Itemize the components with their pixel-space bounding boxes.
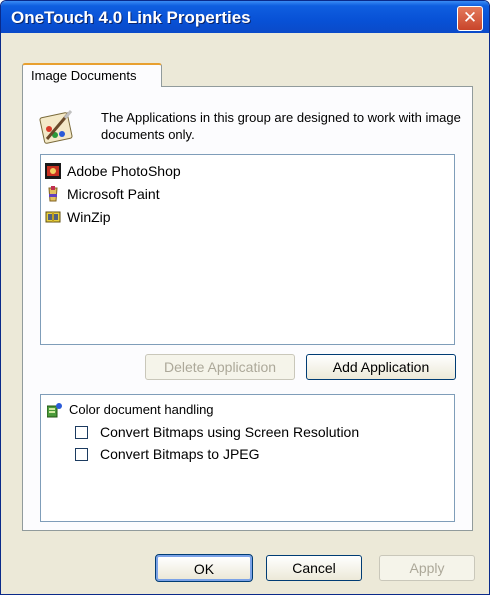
properties-dialog: OneTouch 4.0 Link Properties ✕ Image Doc… [0,0,490,595]
paint-icon [48,186,58,202]
color-document-icon [47,403,62,418]
options-list[interactable]: Color document handling Convert Bitmaps … [40,394,455,522]
ok-button[interactable]: OK [155,554,253,582]
close-button[interactable]: ✕ [457,6,483,31]
tab-image-documents[interactable]: Image Documents [22,63,162,87]
option-label: Convert Bitmaps using Screen Resolution [100,424,360,440]
options-header-label: Color document handling [69,402,214,417]
paint-brush-icon [39,110,73,144]
tab-panel: The Applications in this group are desig… [22,86,473,531]
checkbox[interactable] [75,448,88,461]
delete-application-button[interactable]: Delete Application [145,354,295,380]
application-label: Microsoft Paint [67,186,160,202]
application-label: WinZip [67,209,111,225]
checkbox[interactable] [75,426,88,439]
application-list[interactable]: Adobe PhotoShop Microsoft Paint WinZip [40,154,455,345]
title-bar[interactable]: OneTouch 4.0 Link Properties ✕ [1,1,489,33]
photoshop-icon [45,163,61,179]
apply-button[interactable]: Apply [379,555,475,581]
window-title: OneTouch 4.0 Link Properties [11,8,251,27]
add-application-button[interactable]: Add Application [306,354,456,380]
group-description: The Applications in this group are desig… [101,110,461,142]
cancel-button[interactable]: Cancel [266,555,362,581]
application-label: Adobe PhotoShop [67,163,181,179]
option-label: Convert Bitmaps to JPEG [100,446,260,462]
winzip-icon [45,211,61,223]
